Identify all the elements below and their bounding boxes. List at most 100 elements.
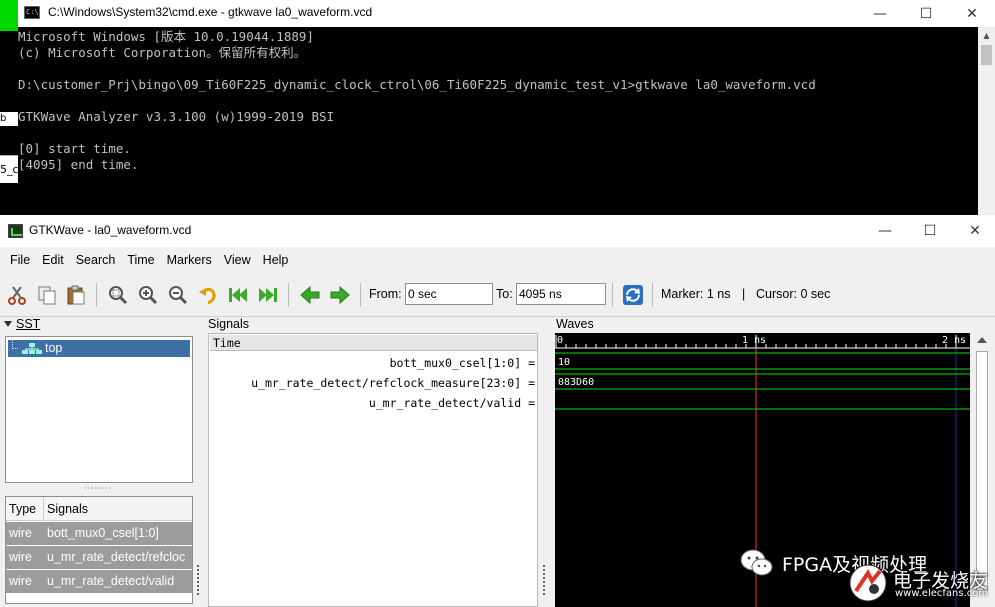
menu-file[interactable]: File <box>4 247 36 273</box>
background-green-strip <box>0 0 18 31</box>
toolbar-separator <box>652 283 653 307</box>
background-text-b: b <box>0 112 18 126</box>
zoom-fit-icon[interactable] <box>105 282 131 308</box>
zoom-out-icon[interactable] <box>165 282 191 308</box>
cmd-line: GTKWave Analyzer v3.3.100 (w)1999-2019 B… <box>18 109 335 124</box>
tick-label: 2 ns <box>942 335 966 346</box>
gtkwave-window-title: GTKWave - la0_waveform.vcd <box>29 223 192 237</box>
menu-bar: File Edit Search Time Markers View Help <box>0 247 995 273</box>
minimize-icon[interactable]: — <box>857 0 903 27</box>
maximize-icon[interactable]: ☐ <box>907 217 953 244</box>
toolbar-separator <box>612 283 613 307</box>
expander-triangle-icon[interactable] <box>4 321 12 327</box>
waves-title: Waves <box>556 317 594 331</box>
column-header-signals[interactable]: Signals <box>47 502 88 516</box>
scroll-up-icon[interactable] <box>977 337 987 343</box>
signal-name[interactable]: bott_mux0_csel[1:0] = <box>208 356 535 370</box>
tree-line <box>12 340 18 349</box>
cmd-scrollbar[interactable]: ▲ <box>978 27 995 215</box>
row-type: wire <box>9 574 32 588</box>
watermark: FPGA及视频处理 电子发烧友 www.elecfans.com <box>735 545 995 607</box>
row-signal: u_mr_rate_detect/valid <box>47 574 175 588</box>
status-separator: | <box>742 287 746 301</box>
cmd-line: Microsoft Windows [版本 10.0.19044.1889] <box>18 29 314 44</box>
row-signal: bott_mux0_csel[1:0] <box>47 526 159 540</box>
cmd-output[interactable]: Microsoft Windows [版本 10.0.19044.1889] (… <box>0 27 978 215</box>
cmd-window-title: C:\Windows\System32\cmd.exe - gtkwave la… <box>48 5 373 19</box>
shift-left-icon[interactable] <box>297 282 323 308</box>
sst-header[interactable]: SST <box>2 317 200 333</box>
column-header-type[interactable]: Type <box>9 502 36 516</box>
toolbar: From: 0 sec To: 4095 ns Marker: 1 ns | C… <box>0 273 995 317</box>
menu-edit[interactable]: Edit <box>36 247 70 273</box>
cmd-window: C:\ C:\Windows\System32\cmd.exe - gtkwav… <box>0 0 995 215</box>
shift-right-icon[interactable] <box>327 282 353 308</box>
bus-value: 083D60 <box>558 377 594 388</box>
screen: C:\ C:\Windows\System32\cmd.exe - gtkwav… <box>0 0 995 607</box>
undo-zoom-icon[interactable] <box>195 282 221 308</box>
reload-icon[interactable] <box>620 282 646 308</box>
cmd-scroll-thumb[interactable] <box>981 45 992 65</box>
cursor-readout: Cursor: 0 sec <box>756 287 831 301</box>
goto-start-icon[interactable] <box>225 282 251 308</box>
cmd-line: D:\customer_Prj\bingo\09_Ti60F225_dynami… <box>18 77 816 92</box>
sst-title: SST <box>16 317 41 331</box>
scroll-up-icon[interactable]: ▲ <box>978 27 995 44</box>
tree-item-label: top <box>45 341 63 355</box>
close-icon[interactable]: ✕ <box>952 217 995 244</box>
toolbar-separator <box>360 283 361 307</box>
to-input[interactable]: 4095 ns <box>516 283 606 305</box>
table-row[interactable]: wire u_mr_rate_detect/refcloc <box>6 546 192 569</box>
menu-time[interactable]: Time <box>121 247 160 273</box>
pane-grip-icon[interactable]: ········ <box>84 485 118 493</box>
cmd-title-bar[interactable]: C:\ C:\Windows\System32\cmd.exe - gtkwav… <box>0 0 995 27</box>
table-row[interactable]: wire bott_mux0_csel[1:0] <box>6 522 192 545</box>
menu-help[interactable]: Help <box>257 247 295 273</box>
marker-readout: Marker: 1 ns <box>661 287 731 301</box>
cmd-icon: C:\ <box>24 6 40 19</box>
copy-icon[interactable] <box>34 282 60 308</box>
tick-label: 0 <box>557 335 563 346</box>
goto-end-icon[interactable] <box>255 282 281 308</box>
tick-label: 1 ns <box>742 335 766 346</box>
row-signal: u_mr_rate_detect/refcloc <box>47 550 186 564</box>
signal-name[interactable]: u_mr_rate_detect/valid = <box>208 396 535 410</box>
pane-resize-handle[interactable] <box>543 565 547 595</box>
from-label: From: <box>369 287 402 301</box>
table-row[interactable]: wire u_mr_rate_detect/valid <box>6 570 192 593</box>
row-type: wire <box>9 550 32 564</box>
from-input[interactable]: 0 sec <box>405 283 493 305</box>
toolbar-separator <box>96 283 97 307</box>
watermark-site-url: www.elecfans.com <box>895 588 989 599</box>
gtkwave-title-bar[interactable]: GTKWave - la0_waveform.vcd — ☐ ✕ <box>0 215 995 247</box>
sst-tree[interactable]: top <box>5 336 193 483</box>
signals-panel[interactable]: Time bott_mux0_csel[1:0] = u_mr_rate_det… <box>208 333 538 607</box>
maximize-icon[interactable]: ☐ <box>903 0 949 27</box>
bus-value: 10 <box>558 357 570 368</box>
table-header: Type Signals <box>6 497 192 521</box>
wechat-icon <box>740 549 773 576</box>
close-icon[interactable]: ✕ <box>949 0 995 27</box>
cmd-line <box>18 125 978 141</box>
cmd-line <box>18 61 978 77</box>
cmd-line: (c) Microsoft Corporation。保留所有权利。 <box>18 45 307 60</box>
background-text-c: 5_c <box>0 155 19 183</box>
gtkwave-app-icon <box>8 224 23 238</box>
zoom-in-icon[interactable] <box>135 282 161 308</box>
menu-search[interactable]: Search <box>70 247 122 273</box>
cmd-line <box>18 93 978 109</box>
tree-item-top[interactable]: top <box>8 340 190 357</box>
signals-title: Signals <box>208 317 249 331</box>
minimize-icon[interactable]: — <box>862 217 908 244</box>
paste-icon[interactable] <box>63 282 89 308</box>
signal-name[interactable]: u_mr_rate_detect/refclock_measure[23:0] … <box>208 376 535 390</box>
sst-signal-table[interactable]: Type Signals wire bott_mux0_csel[1:0] wi… <box>5 496 193 604</box>
cmd-line: [4095] end time. <box>18 157 139 172</box>
menu-view[interactable]: View <box>218 247 257 273</box>
hierarchy-icon <box>22 343 42 354</box>
pane-resize-handle[interactable] <box>197 565 201 595</box>
cut-icon[interactable] <box>4 282 30 308</box>
elecfans-logo-icon <box>849 564 887 602</box>
menu-markers[interactable]: Markers <box>161 247 218 273</box>
background-window-edge: b 5_c <box>0 0 19 215</box>
